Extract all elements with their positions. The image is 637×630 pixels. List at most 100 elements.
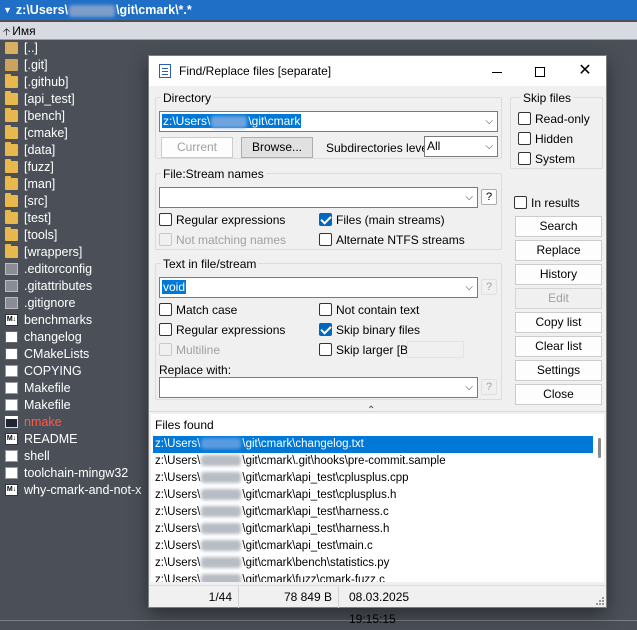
column-name-label: Имя	[12, 24, 36, 38]
replace-help-button[interactable]: ?	[481, 379, 497, 395]
replace-button[interactable]: Replace	[515, 240, 602, 261]
dropdown-arrow-icon[interactable]: ▼	[3, 5, 12, 15]
found-file-row[interactable]: z:\Users\ \git\cmark\.git\hooks\pre-commi…	[153, 453, 593, 470]
checkbox-label: Alternate NTFS streams	[336, 233, 465, 247]
file-name: toolchain-mingw32	[24, 466, 129, 480]
checkbox-box	[514, 196, 527, 209]
checkbox-label: Not matching names	[176, 233, 287, 247]
clear-list-button[interactable]: Clear list	[515, 336, 602, 357]
folder-icon	[5, 210, 18, 224]
files-found-panel: Files found z:\Users\ \git\cmark\changelo…	[151, 414, 604, 582]
folder-icon	[5, 74, 18, 88]
close-window-button[interactable]: ✕	[562, 56, 608, 86]
found-file-row[interactable]: z:\Users\ \git\cmark\api_test\harness.h	[153, 521, 593, 538]
skip-larger-size-input[interactable]	[407, 341, 464, 358]
checkbox-label: Regular expressions	[176, 213, 286, 227]
checkbox-label: Regular expressions	[176, 323, 286, 337]
files-found-list[interactable]: z:\Users\ \git\cmark\changelog.txt z:\User…	[153, 436, 593, 582]
search-button[interactable]: Search	[515, 216, 602, 237]
column-header-name[interactable]: 🡡 Имя	[0, 22, 637, 40]
file-name: Makefile	[24, 381, 71, 395]
browse-button[interactable]: Browse...	[241, 137, 313, 158]
checkbox-box	[159, 213, 172, 226]
found-file-row[interactable]: z:\Users\ \git\cmark\api_test\cplusplus.c…	[153, 470, 593, 487]
file-name: [test]	[24, 211, 52, 225]
file-name: [.git]	[24, 58, 48, 72]
directory-path-prefix: z:\Users\	[163, 114, 211, 128]
splitter[interactable]	[149, 411, 606, 412]
file-name: CMakeLists	[24, 347, 90, 361]
checkbox-label: Hidden	[535, 132, 574, 146]
git-file-icon	[5, 263, 18, 275]
found-file-row[interactable]: z:\Users\ \git\cmark\changelog.txt	[153, 436, 593, 453]
status-count: 1/44	[149, 586, 239, 608]
resize-grip-icon[interactable]	[594, 595, 604, 605]
redacted-username	[69, 4, 116, 17]
subdirectories-level-combo[interactable]: All ⌵	[424, 136, 498, 157]
folder-icon	[5, 227, 18, 241]
redacted-username	[201, 438, 242, 450]
checkbox-box	[319, 303, 332, 316]
file-stream-help-button[interactable]: ?	[481, 189, 497, 205]
dialog-titlebar[interactable]: Find/Replace files [separate] ✕	[149, 56, 606, 86]
history-button[interactable]: History	[515, 264, 602, 285]
redacted-username	[201, 574, 242, 582]
folder-icon	[5, 193, 18, 207]
panel-path-bar[interactable]: ▼ z:\Users\ \git\cmark\*.*	[0, 0, 637, 20]
settings-button[interactable]: Settings	[515, 360, 602, 381]
checkbox-box-checked	[319, 213, 332, 226]
dialog-title: Find/Replace files [separate]	[179, 64, 332, 78]
checkbox-box	[159, 233, 172, 246]
directory-combo[interactable]: z:\Users\ \git\cmark ⌵	[159, 111, 498, 132]
file-name: .gitattributes	[24, 279, 93, 293]
found-path-suffix: \git\cmark\api_test\main.c	[242, 540, 373, 552]
search-text-combo[interactable]: void ⌵	[159, 277, 478, 298]
file-name: [src]	[24, 194, 48, 208]
found-file-row[interactable]: z:\Users\ \git\cmark\fuzz\cmark-fuzz.c	[153, 572, 593, 582]
checkbox-box	[518, 132, 531, 145]
subdirectories-level-label: Subdirectories level:	[326, 141, 435, 155]
redacted-username	[201, 455, 242, 467]
file-name: nmake	[24, 415, 62, 429]
current-button[interactable]: Current	[161, 137, 233, 158]
found-path-suffix: \git\cmark\bench\statistics.py	[242, 557, 390, 569]
checkbox-label: Files (main streams)	[336, 213, 445, 227]
found-path-prefix: z:\Users\	[155, 574, 201, 582]
checkbox-label: In results	[531, 196, 580, 210]
git-file-icon	[5, 297, 18, 309]
folder-icon	[5, 244, 18, 258]
redacted-username	[201, 472, 242, 484]
folder-icon	[5, 159, 18, 173]
minimize-icon	[492, 71, 502, 73]
found-path-suffix: \git\cmark\api_test\harness.c	[242, 506, 389, 518]
found-file-row[interactable]: z:\Users\ \git\cmark\api_test\harness.c	[153, 504, 593, 521]
files-found-scrollbar[interactable]	[595, 436, 603, 582]
search-text-help-button[interactable]: ?	[481, 279, 497, 295]
replace-with-label: Replace with:	[159, 363, 232, 377]
found-path-suffix: \git\cmark\api_test\harness.h	[242, 523, 390, 535]
replace-with-combo[interactable]: ⌵	[159, 377, 478, 398]
redacted-username	[201, 506, 242, 518]
file-name: [wrappers]	[24, 245, 83, 259]
close-button[interactable]: Close	[515, 384, 602, 405]
checkbox-label: Read-only	[535, 112, 590, 126]
minimize-button[interactable]	[474, 56, 520, 86]
text-in-file-group-label: Text in file/stream	[161, 257, 259, 271]
blank-file-icon	[5, 365, 18, 377]
found-file-row[interactable]: z:\Users\ \git\cmark\api_test\cplusplus.h	[153, 487, 593, 504]
blank-file-icon	[5, 450, 18, 462]
maximize-button[interactable]	[517, 56, 563, 86]
file-name: [fuzz]	[24, 160, 54, 174]
checkbox-box	[518, 152, 531, 165]
status-size: 78 849 B	[239, 586, 339, 608]
find-replace-dialog: Find/Replace files [separate] ✕ Director…	[148, 55, 607, 626]
copy-list-button[interactable]: Copy list	[515, 312, 602, 333]
chevron-down-icon: ⌵	[485, 116, 493, 127]
folder-icon	[5, 108, 18, 122]
panel-bottom-divider	[0, 620, 637, 621]
scrollbar-thumb[interactable]	[598, 438, 601, 458]
edit-button[interactable]: Edit	[515, 288, 602, 309]
file-stream-combo[interactable]: ⌵	[159, 187, 478, 208]
found-file-row[interactable]: z:\Users\ \git\cmark\api_test\main.c	[153, 538, 593, 555]
found-file-row[interactable]: z:\Users\ \git\cmark\bench\statistics.py	[153, 555, 593, 572]
